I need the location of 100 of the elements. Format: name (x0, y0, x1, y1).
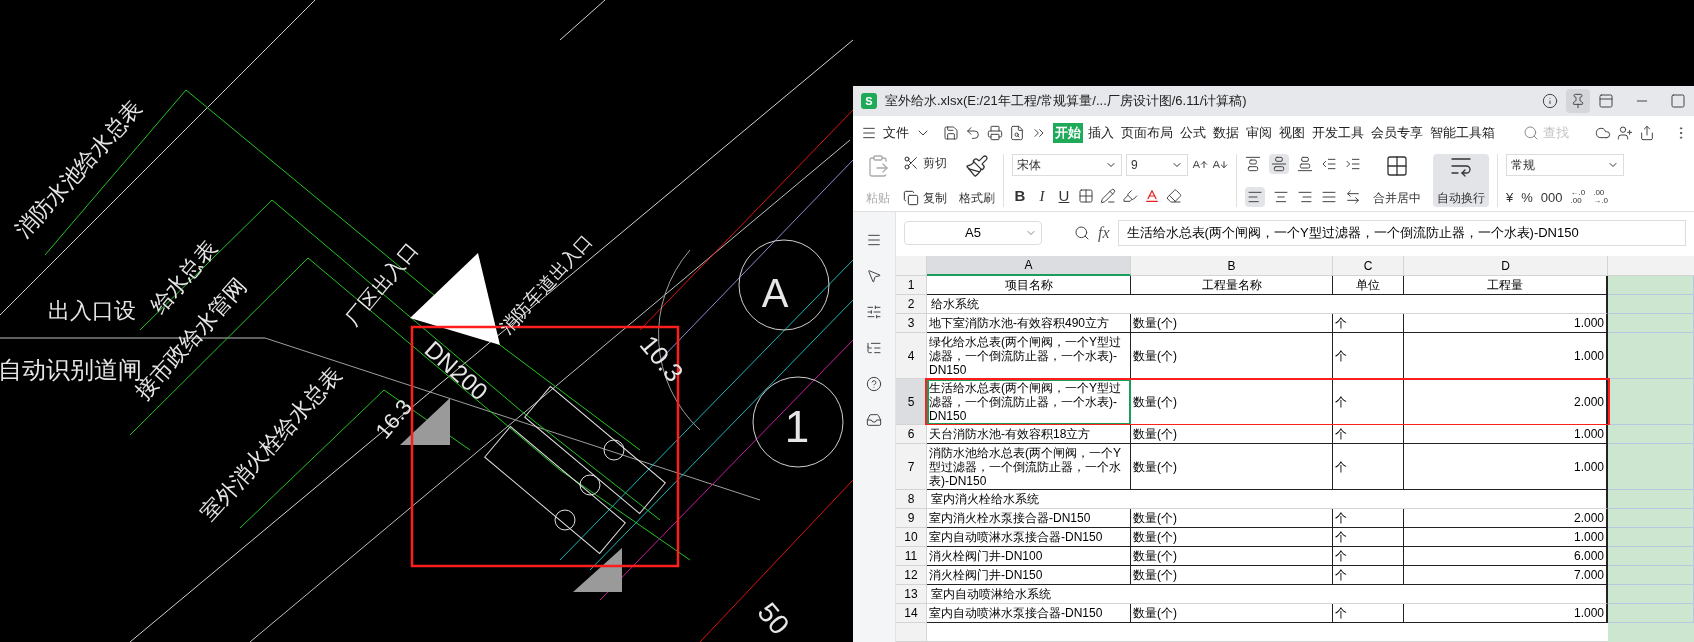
undo-icon[interactable] (965, 125, 981, 141)
name-box[interactable]: A5 (904, 221, 1042, 245)
cell-style-icon[interactable] (1100, 187, 1116, 204)
inbox-icon[interactable] (866, 412, 882, 428)
row-header[interactable]: 14 (896, 604, 927, 623)
pointer-icon[interactable] (866, 268, 882, 284)
font-style-button[interactable]: U (1056, 184, 1072, 207)
ribbon-tab[interactable]: 智能工具箱 (1428, 123, 1497, 143)
ribbon-tab[interactable]: 页面布局 (1119, 123, 1175, 143)
borders-icon[interactable] (1078, 187, 1094, 204)
font-style-button[interactable]: B (1012, 184, 1028, 207)
print-icon[interactable] (987, 125, 1003, 141)
cloud-icon[interactable] (1595, 125, 1611, 141)
number-format-button[interactable]: ¥ (1506, 187, 1514, 207)
formula-input[interactable]: 生活给水总表(两个闸阀，一个Y型过滤器，一个倒流防止器，一个水表)-DN150 (1117, 220, 1686, 246)
ribbon-tab[interactable]: 视图 (1277, 123, 1307, 143)
table-cell: 1.000 (1404, 444, 1608, 490)
window-title: 室外给水.xlsx(E:/21年工程/常规算量/...厂房设计图/6.11/计算稿) (885, 92, 1247, 111)
fx-label: fx (1098, 223, 1110, 244)
menu-icon[interactable] (861, 125, 877, 141)
window-layout-icon[interactable] (1598, 93, 1614, 109)
share-icon[interactable] (1639, 125, 1655, 141)
align-left-button[interactable] (1245, 187, 1265, 207)
ribbon-tab[interactable]: 公式 (1178, 123, 1208, 143)
font-size-select[interactable]: 9 (1126, 154, 1188, 176)
list-icon[interactable] (866, 340, 882, 356)
table-cell: 数量(个) (1131, 528, 1333, 547)
help-icon[interactable] (866, 376, 882, 392)
merge-cells-icon (1385, 154, 1409, 178)
table-cell: 数量(个) (1131, 604, 1333, 623)
copy-button[interactable]: 复制 (903, 189, 947, 207)
row-header[interactable]: 12 (896, 566, 927, 585)
row-header[interactable]: 13 (896, 585, 927, 604)
copy-icon (903, 190, 919, 206)
table-cell: 1.000 (1404, 425, 1608, 444)
maximize-icon[interactable] (1670, 93, 1686, 109)
ribbon-tab[interactable]: 数据 (1211, 123, 1241, 143)
column-header[interactable]: D (1404, 256, 1608, 276)
column-header[interactable]: A (927, 256, 1131, 276)
brush-icon (965, 154, 989, 178)
number-format-button[interactable]: 000 (1540, 187, 1563, 207)
column-header[interactable]: B (1131, 256, 1333, 276)
cad-label: 50 (751, 596, 796, 641)
fill-color-icon[interactable] (1122, 187, 1138, 204)
justify-icon[interactable] (1321, 189, 1337, 205)
align-middle-button[interactable] (1269, 154, 1289, 174)
print-preview-icon[interactable] (1009, 125, 1025, 141)
row-header[interactable]: 7 (896, 444, 927, 490)
table-cell: 数量(个) (1131, 509, 1333, 528)
search-field[interactable]: 查找 (1543, 123, 1583, 143)
align-top-icon[interactable] (1245, 156, 1261, 172)
row-header[interactable]: 9 (896, 509, 927, 528)
table-cell: 消防水池给水总表(两个闸阀，一个Y型过滤器，一个倒流防止器，一个水表)-DN150 (927, 444, 1131, 490)
row-header[interactable]: 3 (896, 314, 927, 333)
merge-center-button[interactable]: 合并居中 (1373, 154, 1421, 207)
column-header[interactable]: C (1333, 256, 1404, 276)
font-select[interactable]: 宋体 (1012, 154, 1122, 176)
align-right-icon[interactable] (1297, 189, 1313, 205)
row-header[interactable]: 10 (896, 528, 927, 547)
decimal-button[interactable]: ←.0 .00 (1570, 189, 1586, 206)
eraser-icon[interactable] (1166, 187, 1182, 204)
indent-decrease-icon[interactable] (1321, 156, 1337, 172)
ribbon-tab[interactable]: 审阅 (1244, 123, 1274, 143)
search-icon[interactable] (1523, 125, 1539, 141)
ribbon-tab[interactable]: 插入 (1086, 123, 1116, 143)
row-header[interactable]: 8 (896, 490, 927, 509)
table-cell: 个 (1333, 566, 1404, 585)
row-header[interactable]: 4 (896, 333, 927, 379)
table-cell: 地下室消防水池-有效容积490立方 (927, 314, 1131, 333)
align-center-icon[interactable] (1273, 189, 1289, 205)
cut-button[interactable]: 剪切 (903, 154, 947, 172)
file-menu[interactable]: 文件 (883, 123, 909, 143)
format-painter-button[interactable]: 格式刷 (959, 154, 995, 207)
wrap-text-button[interactable]: 自动换行 (1433, 154, 1489, 207)
table-cell: 数量(个) (1131, 379, 1333, 425)
number-format-select[interactable]: 常规 (1506, 154, 1624, 176)
ribbon-tab[interactable]: 开发工具 (1310, 123, 1366, 143)
decimal-button[interactable]: .00 →.0 (1593, 189, 1608, 206)
row-header[interactable]: 5 (896, 379, 927, 425)
user-plus-icon[interactable] (1617, 125, 1633, 141)
menu-icon[interactable] (866, 232, 882, 248)
font-color-icon[interactable] (1144, 187, 1160, 204)
row-header[interactable]: 1 (896, 276, 927, 295)
table-cell: 2.000 (1404, 509, 1608, 528)
table-cell: 数量(个) (1131, 314, 1333, 333)
sliders-icon[interactable] (866, 304, 882, 320)
table-cell: 个 (1333, 604, 1404, 623)
distribute-icon[interactable] (1345, 189, 1361, 205)
align-bottom-icon[interactable] (1297, 156, 1313, 172)
font-style-button[interactable]: I (1034, 184, 1050, 207)
row-header[interactable]: 6 (896, 425, 927, 444)
ribbon-tab[interactable]: 会员专享 (1369, 123, 1425, 143)
row-header[interactable]: 11 (896, 547, 927, 566)
row-header[interactable]: 2 (896, 295, 927, 314)
pin-button[interactable] (1566, 89, 1590, 113)
zoom-icon[interactable] (1074, 225, 1090, 241)
save-icon[interactable] (943, 125, 959, 141)
info-icon[interactable] (1542, 93, 1558, 109)
indent-increase-icon[interactable] (1345, 156, 1361, 172)
number-format-button[interactable]: % (1521, 187, 1533, 207)
